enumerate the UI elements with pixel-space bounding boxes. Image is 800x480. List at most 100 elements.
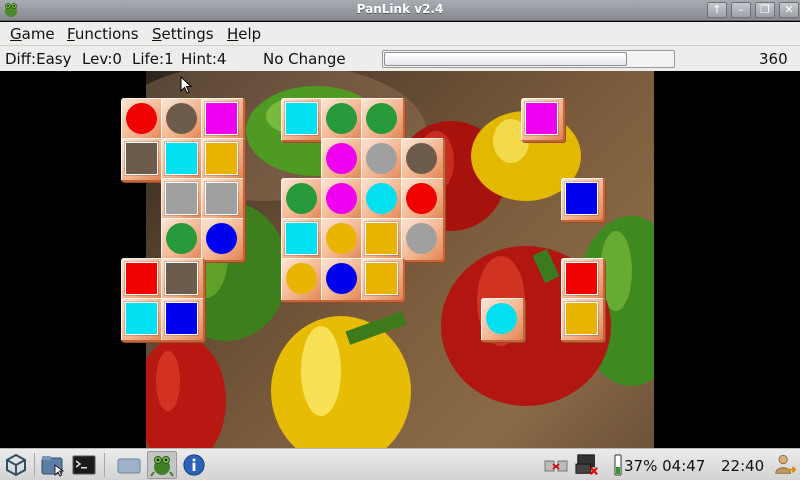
tile-cyan-square[interactable]: [281, 218, 325, 262]
red-circle-icon: [126, 103, 157, 134]
menu-functions[interactable]: Functions: [67, 25, 139, 43]
brown-square-icon: [125, 142, 158, 175]
logout-icon[interactable]: [772, 453, 798, 477]
menu-game-label: ame: [21, 25, 55, 43]
tile-green-circle[interactable]: [161, 218, 205, 262]
yellow-square-icon: [205, 142, 238, 175]
maximize-icon: ❐: [760, 3, 770, 16]
info-icon[interactable]: [181, 453, 207, 477]
tile-yellow-square[interactable]: [201, 138, 245, 182]
red-circle-icon: [406, 183, 437, 214]
menu-game[interactable]: Game: [10, 25, 55, 43]
tile-magenta-square[interactable]: [521, 98, 565, 142]
menu-functions-accel: F: [67, 25, 75, 43]
tile-green-circle[interactable]: [281, 178, 325, 222]
magenta-square-icon: [525, 102, 558, 135]
tile-cyan-circle[interactable]: [481, 298, 525, 342]
tile-magenta-circle[interactable]: [321, 178, 365, 222]
window-title: PanLink v2.4: [356, 2, 444, 16]
raise-button[interactable]: ↑: [707, 2, 727, 18]
gray-square-icon: [165, 182, 198, 215]
time-progress-fill: [384, 52, 627, 66]
battery-status: 37% 04:47: [624, 457, 706, 475]
yellow-square-icon: [365, 262, 398, 295]
terminal-icon[interactable]: [71, 453, 97, 477]
tile-blue-circle[interactable]: [201, 218, 245, 262]
tile-red-square[interactable]: [561, 258, 605, 302]
difficulty-label: Diff:Easy: [5, 50, 72, 68]
title-bar[interactable]: PanLink v2.4 ↑ – ❐ ✕: [0, 0, 800, 21]
blue-circle-icon: [326, 263, 357, 294]
tile-yellow-circle[interactable]: [321, 218, 365, 262]
panlink-task-button[interactable]: [147, 451, 177, 479]
cyan-circle-icon: [486, 303, 517, 334]
tile-yellow-square[interactable]: [361, 218, 405, 262]
red-square-icon: [565, 262, 598, 295]
brown-square-icon: [165, 262, 198, 295]
cyan-square-icon: [285, 102, 318, 135]
maximize-button[interactable]: ❐: [755, 2, 775, 18]
cyan-circle-icon: [366, 183, 397, 214]
yellow-square-icon: [365, 222, 398, 255]
yellow-circle-icon: [326, 223, 357, 254]
tile-red-circle[interactable]: [121, 98, 165, 142]
brown-circle-icon: [406, 143, 437, 174]
cyan-square-icon: [165, 142, 198, 175]
tile-yellow-circle[interactable]: [281, 258, 325, 302]
tile-cyan-square[interactable]: [121, 298, 165, 342]
arrow-up-icon: ↑: [712, 3, 722, 16]
tile-red-square[interactable]: [121, 258, 165, 302]
tile-blue-square[interactable]: [561, 178, 605, 222]
blue-circle-icon: [206, 223, 237, 254]
close-button[interactable]: ✕: [779, 2, 799, 18]
tile-cyan-square[interactable]: [281, 98, 325, 142]
tile-gray-circle[interactable]: [401, 218, 445, 262]
taskbar-separator: [104, 453, 105, 477]
gray-square-icon: [205, 182, 238, 215]
tile-yellow-square[interactable]: [361, 258, 405, 302]
tile-cyan-square[interactable]: [161, 138, 205, 182]
time-progress-bar: [382, 50, 675, 68]
green-circle-icon: [326, 103, 357, 134]
tile-magenta-circle[interactable]: [321, 138, 365, 182]
blue-square-icon: [165, 302, 198, 335]
minimize-button[interactable]: –: [731, 2, 751, 18]
show-desktop-icon[interactable]: [116, 453, 142, 477]
tile-brown-square[interactable]: [161, 258, 205, 302]
menu-help-accel: H: [227, 25, 239, 43]
tile-gray-square[interactable]: [161, 178, 205, 222]
red-square-icon: [125, 262, 158, 295]
tile-green-circle[interactable]: [361, 98, 405, 142]
magenta-square-icon: [205, 102, 238, 135]
tile-gray-square[interactable]: [201, 178, 245, 222]
level-label: Lev:0: [82, 50, 122, 68]
menu-functions-label: unctions: [74, 25, 139, 43]
gray-circle-icon: [406, 223, 437, 254]
tile-brown-square[interactable]: [121, 138, 165, 182]
menu-help[interactable]: Help: [227, 25, 261, 43]
menu-settings-label: ettings: [161, 25, 214, 43]
tile-yellow-square[interactable]: [561, 298, 605, 342]
green-circle-icon: [166, 223, 197, 254]
clock[interactable]: 22:40: [721, 457, 764, 475]
tile-brown-circle[interactable]: [161, 98, 205, 142]
tile-green-circle[interactable]: [321, 98, 365, 142]
start-menu-icon[interactable]: [4, 453, 28, 477]
display-disconnected-icon[interactable]: [573, 453, 601, 477]
tile-blue-square[interactable]: [161, 298, 205, 342]
network-icon[interactable]: [543, 453, 569, 477]
tile-gray-circle[interactable]: [361, 138, 405, 182]
tile-brown-circle[interactable]: [401, 138, 445, 182]
tile-magenta-square[interactable]: [201, 98, 245, 142]
menu-game-accel: G: [10, 25, 22, 43]
file-manager-icon[interactable]: [40, 453, 66, 477]
blue-square-icon: [565, 182, 598, 215]
yellow-square-icon: [565, 302, 598, 335]
taskbar: 37% 04:47 22:40: [0, 448, 800, 480]
tile-blue-circle[interactable]: [321, 258, 365, 302]
tile-cyan-circle[interactable]: [361, 178, 405, 222]
menu-bar: Game Functions Settings Help: [0, 22, 800, 46]
menu-settings[interactable]: Settings: [152, 25, 214, 43]
tile-red-circle[interactable]: [401, 178, 445, 222]
brown-circle-icon: [166, 103, 197, 134]
